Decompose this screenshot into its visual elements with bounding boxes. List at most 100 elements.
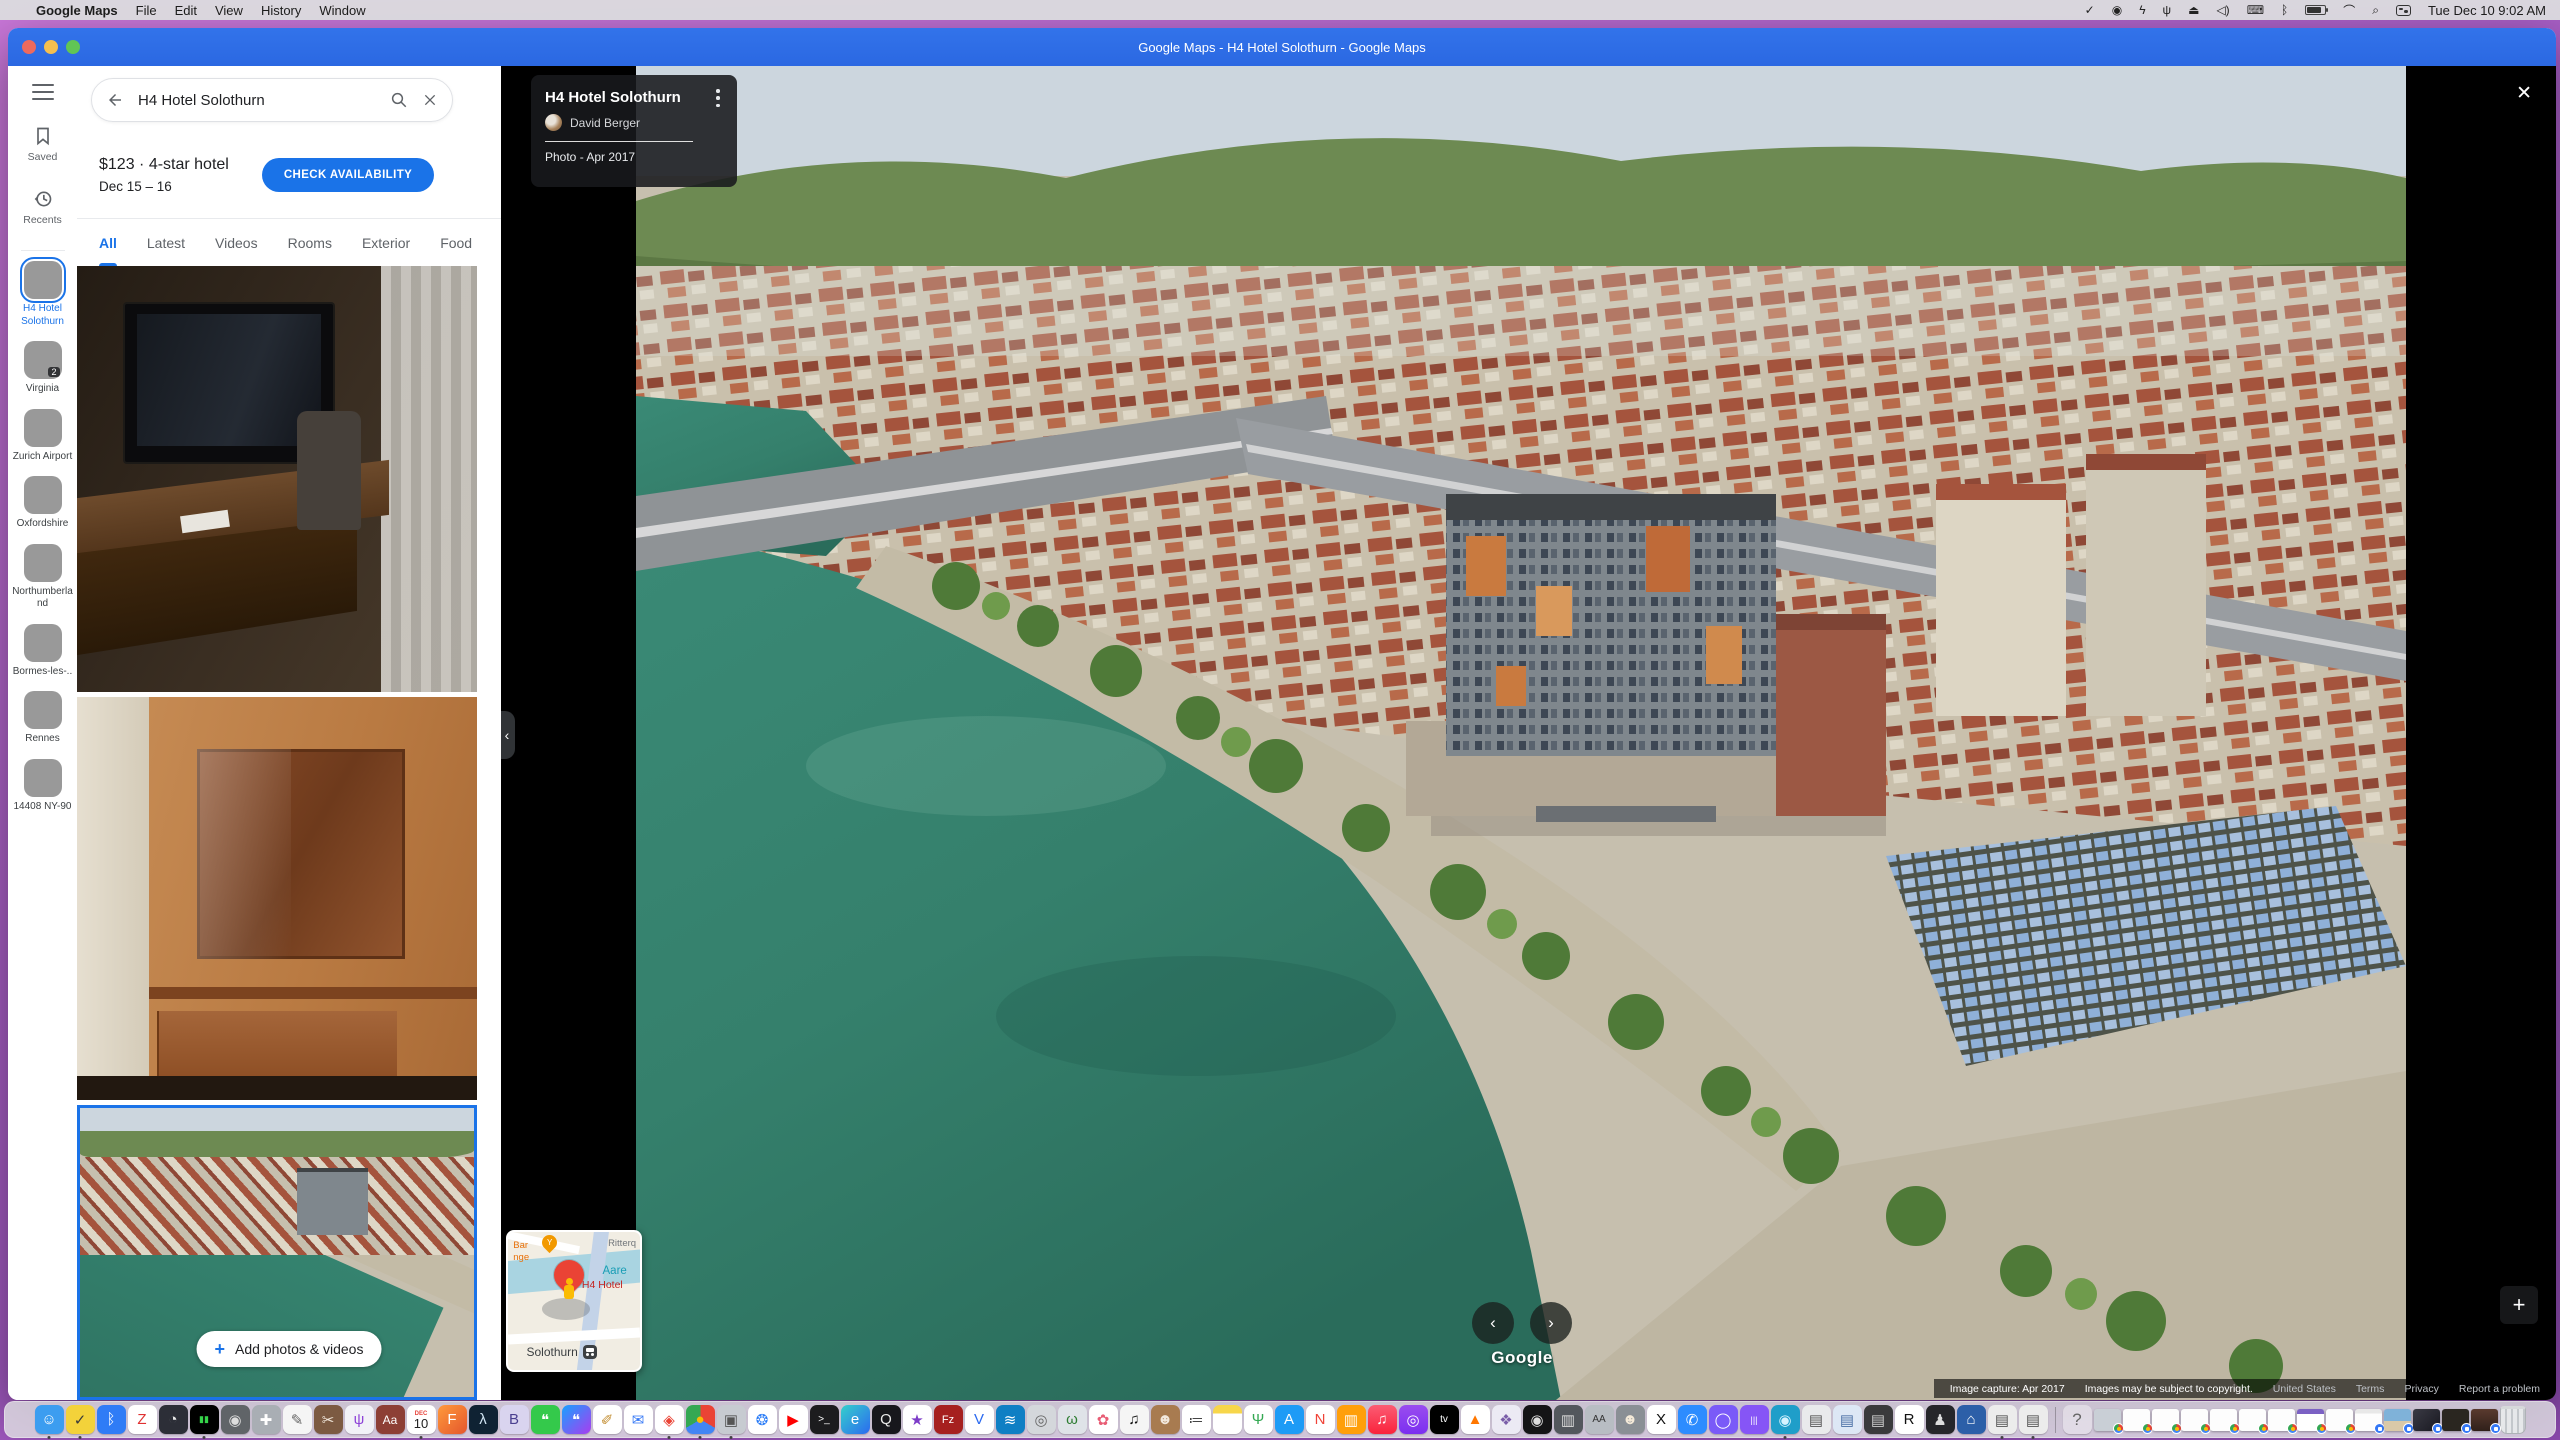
close-viewer-icon[interactable]: ✕ xyxy=(2516,82,2532,105)
printer-black-icon[interactable]: ▤ xyxy=(1864,1405,1893,1434)
check-circle-icon[interactable]: ✓ xyxy=(2085,3,2095,17)
close-window-button[interactable] xyxy=(22,40,36,54)
diagnostics-icon[interactable]: ✚ xyxy=(252,1405,281,1434)
kindle-icon[interactable]: λ xyxy=(469,1405,498,1434)
usb-icon[interactable]: ψ xyxy=(2163,3,2172,17)
footer-link-privacy[interactable]: Privacy xyxy=(2404,1383,2438,1395)
piano-icon[interactable]: ♫ xyxy=(1120,1405,1149,1434)
footer-link-united-states[interactable]: United States xyxy=(2273,1383,2336,1395)
finder-icon[interactable]: ☺ xyxy=(35,1405,64,1434)
minimize-window-button[interactable] xyxy=(44,40,58,54)
zinio-icon[interactable]: Z xyxy=(128,1405,157,1434)
search-input[interactable]: H4 Hotel Solothurn xyxy=(138,92,376,109)
todo-check-icon[interactable]: ✓ xyxy=(66,1405,95,1434)
textedit-icon[interactable]: ✎ xyxy=(283,1405,312,1434)
chrome-icon[interactable]: ● xyxy=(686,1405,715,1434)
app-store-icon[interactable]: A xyxy=(1275,1405,1304,1434)
frog-keyboard-icon[interactable]: ω xyxy=(1058,1405,1087,1434)
control-center-icon[interactable] xyxy=(2396,5,2411,16)
menu-app-name[interactable]: Google Maps xyxy=(36,3,118,18)
filezilla-icon[interactable]: Fz xyxy=(934,1405,963,1434)
quicktime-icon[interactable]: Q xyxy=(872,1405,901,1434)
more-options-icon[interactable] xyxy=(711,89,725,107)
spotlight-icon[interactable]: ⌕ xyxy=(2372,3,2379,18)
bluetooth-app-icon[interactable]: ᛒ xyxy=(97,1405,126,1434)
bluetooth-icon[interactable]: ᛒ xyxy=(2281,3,2288,17)
bbedit-icon[interactable]: B xyxy=(500,1405,529,1434)
minimized-window-spreadsheet[interactable] xyxy=(2297,1409,2324,1431)
hotel-dates[interactable]: Dec 15 – 16 xyxy=(99,179,172,194)
v-app-icon[interactable]: V xyxy=(965,1405,994,1434)
menu-window[interactable]: Window xyxy=(319,3,365,18)
sidebar-place-h4-hotel-solothurn[interactable]: H4 Hotel Solothurn xyxy=(8,261,77,328)
books-icon[interactable]: ▥ xyxy=(1337,1405,1366,1434)
audio-bars-icon[interactable]: ▮▮ xyxy=(190,1405,219,1434)
apple-tv-icon[interactable]: tv xyxy=(1430,1405,1459,1434)
tab-all[interactable]: All xyxy=(99,219,117,266)
minimized-window-person[interactable] xyxy=(2413,1409,2440,1431)
tab-latest[interactable]: Latest xyxy=(147,219,185,266)
tv-cabinet-photo[interactable] xyxy=(77,697,477,1100)
add-photos-button[interactable]: + Add photos & videos xyxy=(197,1331,382,1367)
contacts-icon[interactable]: ☻ xyxy=(1151,1405,1180,1434)
sidebar-place-virginia[interactable]: 2Virginia xyxy=(8,341,77,396)
minimized-window[interactable] xyxy=(2152,1409,2179,1431)
menu-edit[interactable]: Edit xyxy=(175,3,197,18)
messenger-icon[interactable]: ❝ xyxy=(562,1405,591,1434)
minimized-window[interactable] xyxy=(2210,1409,2237,1431)
safari-icon[interactable]: ❂ xyxy=(748,1405,777,1434)
minimized-window-files[interactable] xyxy=(2355,1409,2382,1431)
volume-icon[interactable]: ◁) xyxy=(2216,3,2229,17)
shazam-icon[interactable]: ϟ xyxy=(2139,3,2145,17)
notes-icon[interactable] xyxy=(1213,1405,1242,1434)
photos-icon[interactable]: ✿ xyxy=(1089,1405,1118,1434)
printer2-icon[interactable]: ▤ xyxy=(1988,1405,2017,1434)
search-icon[interactable] xyxy=(390,91,408,109)
menu-file[interactable]: File xyxy=(136,3,157,18)
loom-icon[interactable]: ◯ xyxy=(1709,1405,1738,1434)
certificate-icon[interactable]: ❖ xyxy=(1492,1405,1521,1434)
home-app-icon[interactable]: ⌂ xyxy=(1957,1405,1986,1434)
footer-link-report-a-problem[interactable]: Report a problem xyxy=(2459,1383,2540,1395)
minimized-window-picture[interactable] xyxy=(2094,1409,2121,1431)
battery-icon[interactable] xyxy=(2305,5,2326,15)
sidebar-item-saved[interactable]: Saved xyxy=(28,126,58,163)
sidebar-place-14408-ny-90[interactable]: 14408 NY-90 xyxy=(8,759,77,814)
minimized-window-painting[interactable] xyxy=(2471,1409,2498,1431)
sidebar-place-zurich-airport[interactable]: Zurich Airport xyxy=(8,409,77,464)
tab-exterior[interactable]: Exterior xyxy=(362,219,410,266)
tab-rooms[interactable]: Rooms xyxy=(288,219,332,266)
terminal-icon[interactable]: >_ xyxy=(810,1405,839,1434)
keyboard-icon[interactable]: ⌨ xyxy=(2247,3,2264,17)
back-arrow-icon[interactable] xyxy=(106,91,124,109)
next-photo-button[interactable]: › xyxy=(1530,1302,1572,1344)
zoom-in-button[interactable]: + xyxy=(2500,1286,2538,1324)
minimized-window[interactable] xyxy=(2239,1409,2266,1431)
photo-capture-icon[interactable]: ▣ xyxy=(717,1405,746,1434)
vinyl-icon[interactable]: ◉ xyxy=(1523,1405,1552,1434)
barber-icon[interactable]: ✂ xyxy=(314,1405,343,1434)
minimized-window[interactable] xyxy=(2181,1409,2208,1431)
listening-indicator-icon[interactable]: ◉ xyxy=(2112,3,2122,17)
music-icon[interactable]: ♫ xyxy=(1368,1405,1397,1434)
window-titlebar[interactable]: Google Maps - H4 Hotel Solothurn - Googl… xyxy=(8,28,2556,66)
minimized-window-beach[interactable] xyxy=(2384,1409,2411,1431)
mail-icon[interactable]: ✉ xyxy=(624,1405,653,1434)
dictionary-aa-icon[interactable]: Aa xyxy=(376,1405,405,1434)
menu-view[interactable]: View xyxy=(215,3,243,18)
menu-clock[interactable]: Tue Dec 10 9:02 AM xyxy=(2428,3,2546,18)
photo-author-row[interactable]: David Berger xyxy=(545,114,723,131)
terminal-gray-icon[interactable]: ▥ xyxy=(1554,1405,1583,1434)
trash-icon[interactable] xyxy=(2500,1406,2526,1434)
minimized-window-document[interactable] xyxy=(2326,1409,2353,1431)
google-maps-icon[interactable]: ◈ xyxy=(655,1405,684,1434)
hotel-room-desk-photo[interactable] xyxy=(77,266,477,692)
zoom-window-button[interactable] xyxy=(66,40,80,54)
aerial-photo[interactable] xyxy=(636,66,2406,1400)
xquartz-icon[interactable]: X xyxy=(1647,1405,1676,1434)
sidebar-place-northumberland[interactable]: Northumberland xyxy=(8,544,77,611)
search-box[interactable]: H4 Hotel Solothurn xyxy=(91,78,453,122)
sidebar-place-oxfordshire[interactable]: Oxfordshire xyxy=(8,476,77,531)
voice-memos-icon[interactable]: ||| xyxy=(1740,1405,1769,1434)
check-availability-button[interactable]: CHECK AVAILABILITY xyxy=(262,158,434,192)
